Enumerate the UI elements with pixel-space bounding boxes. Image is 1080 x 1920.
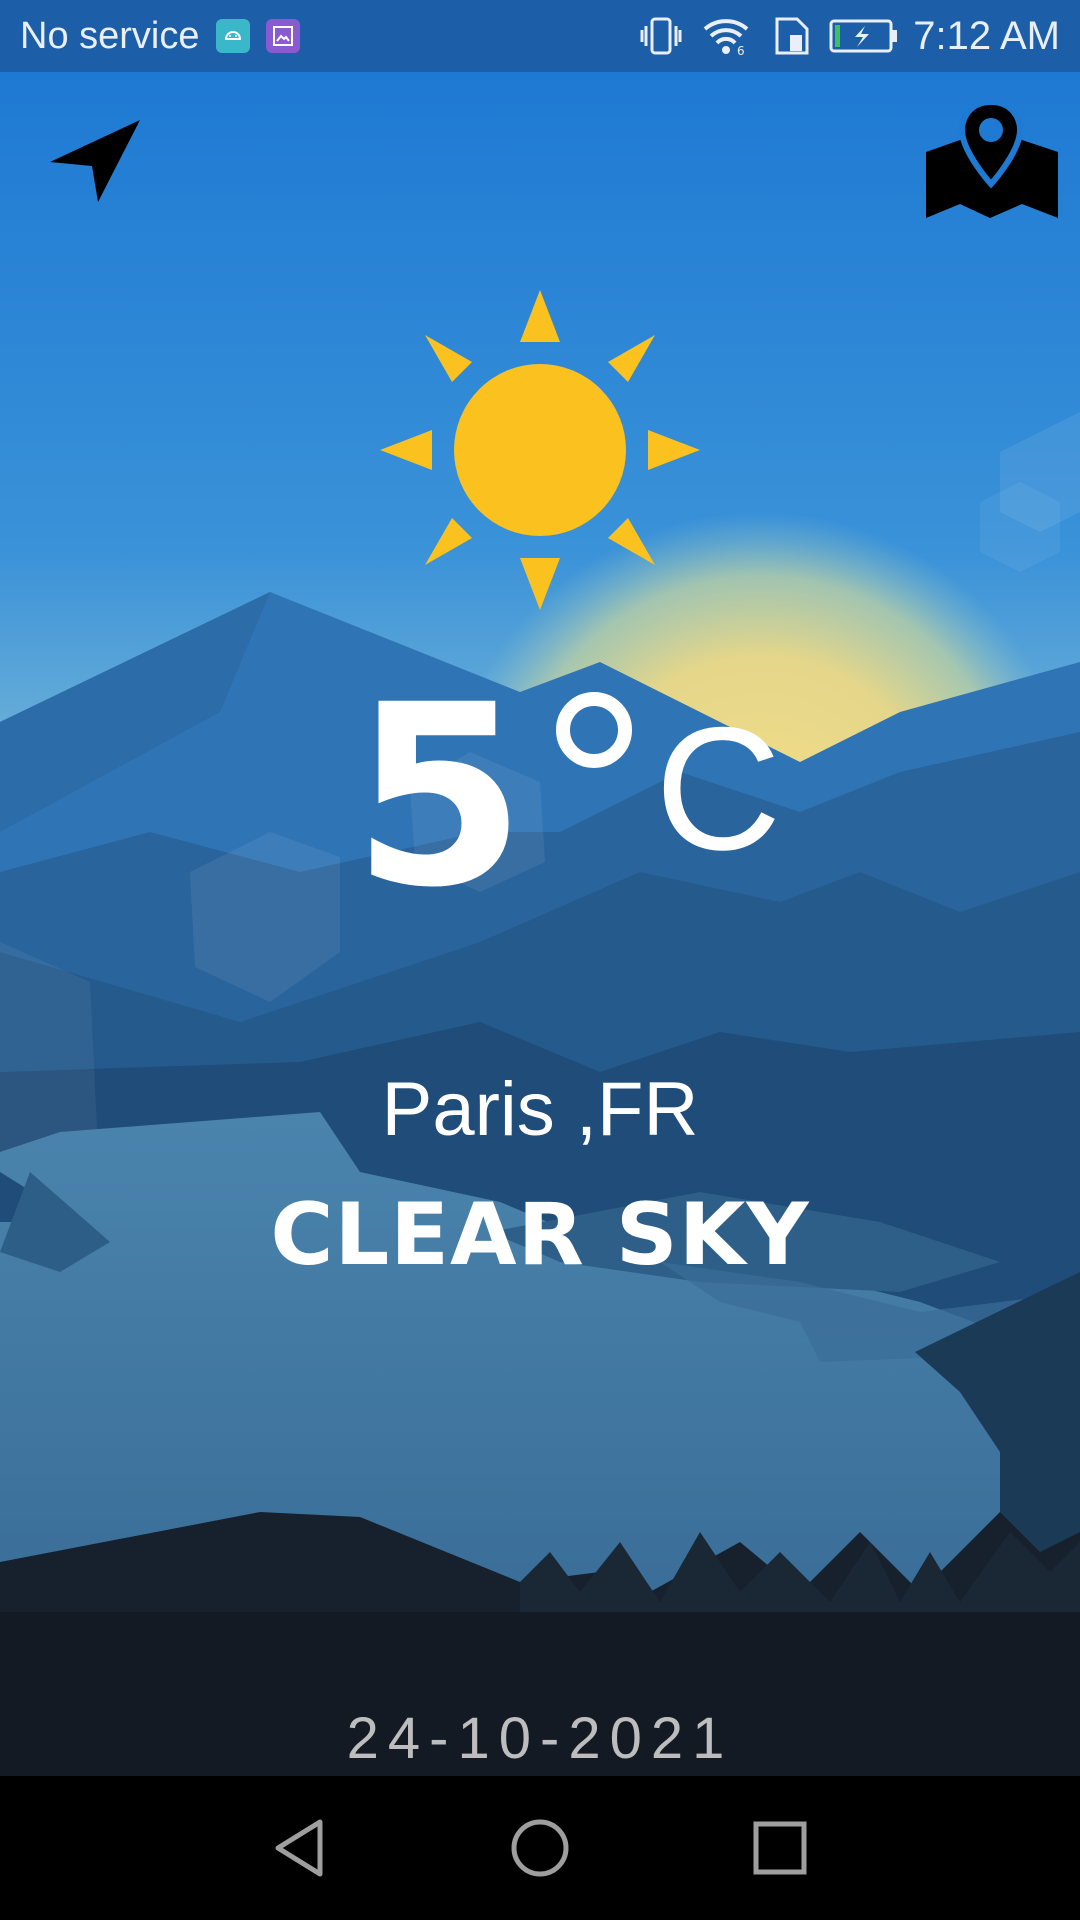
status-left: No service xyxy=(20,15,300,58)
battery-charging-icon xyxy=(829,18,899,54)
status-bar: No service 6 7:12 AM xyxy=(0,0,1080,72)
temperature-value: 5 xyxy=(352,651,526,942)
status-clock: 7:12 AM xyxy=(913,13,1060,58)
vibrate-icon xyxy=(639,16,683,56)
weather-app-screen: No service 6 7:12 AM 5 C Paris ,FR CLEAR… xyxy=(0,0,1080,1920)
navigation-bar xyxy=(0,1776,1080,1920)
android-notification-icon xyxy=(215,19,250,53)
status-right: 6 7:12 AM xyxy=(621,14,1060,59)
sim-icon xyxy=(773,15,811,57)
city-label: Paris ,FR xyxy=(381,1067,699,1152)
date-label: 24-10-2021 xyxy=(346,1706,734,1771)
recents-button[interactable] xyxy=(744,1812,816,1884)
degree-symbol xyxy=(556,692,632,768)
svg-text:6: 6 xyxy=(737,44,745,57)
wifi-icon: 6 xyxy=(701,15,755,57)
map-button[interactable] xyxy=(922,98,1060,226)
back-button[interactable] xyxy=(264,1812,336,1884)
image-notification-icon xyxy=(265,19,300,53)
home-button[interactable] xyxy=(504,1812,576,1884)
temperature-unit: C xyxy=(655,692,782,887)
weather-scene: 5 C Paris ,FR CLEAR SKY 24-10-2021 xyxy=(0,72,1080,1776)
carrier-label: No service xyxy=(20,14,200,57)
home-icon xyxy=(511,1819,569,1877)
map-pin-icon xyxy=(926,98,1058,218)
sun-icon xyxy=(380,290,700,610)
navigation-arrow-icon xyxy=(50,120,140,202)
recents-icon xyxy=(753,1821,807,1875)
weather-condition: CLEAR SKY xyxy=(270,1185,810,1285)
back-icon xyxy=(275,1819,323,1877)
current-location-button[interactable] xyxy=(48,110,144,206)
